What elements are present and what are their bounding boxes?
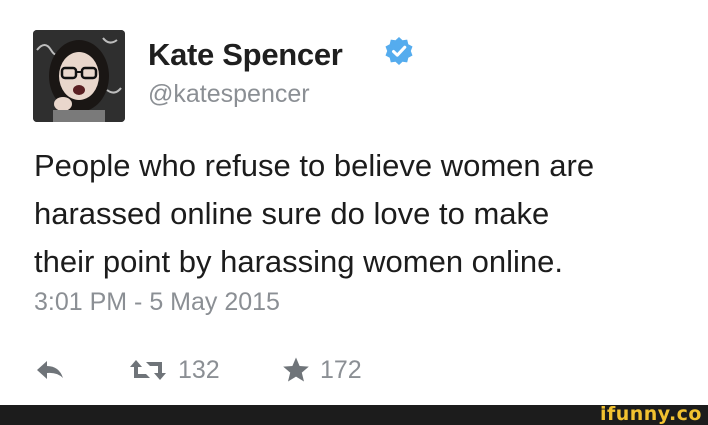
tweet-actions: 132 172 — [0, 350, 708, 390]
verified-badge-icon — [385, 37, 413, 65]
tweet-text-line: their point by harassing women online. — [34, 244, 564, 279]
tweet-text-line: People who refuse to believe women are — [34, 148, 595, 183]
retweet-button[interactable]: 132 — [128, 350, 220, 390]
retweet-count: 132 — [178, 355, 220, 384]
tweet-timestamp[interactable]: 3:01 PM - 5 May 2015 — [34, 288, 280, 317]
favorite-count: 172 — [320, 355, 362, 384]
reply-arrow-icon — [37, 361, 63, 379]
author-avatar[interactable] — [33, 30, 125, 122]
reply-button[interactable] — [34, 350, 66, 390]
avatar-image — [33, 30, 125, 122]
tweet-card: Kate Spencer @katespencer People who ref… — [0, 0, 708, 405]
favorite-button[interactable]: 172 — [282, 350, 362, 390]
ifunny-watermark: ifunny.co — [599, 403, 702, 425]
author-display-name[interactable]: Kate Spencer — [148, 37, 343, 73]
tweet-text-line: harassed online sure do love to make — [34, 196, 550, 231]
watermark-bar: ifunny.co — [0, 403, 708, 425]
star-icon — [283, 357, 309, 382]
tweet-text: People who refuse to believe women are h… — [34, 142, 694, 286]
author-handle[interactable]: @katespencer — [148, 80, 310, 109]
retweet-icon — [130, 360, 166, 380]
